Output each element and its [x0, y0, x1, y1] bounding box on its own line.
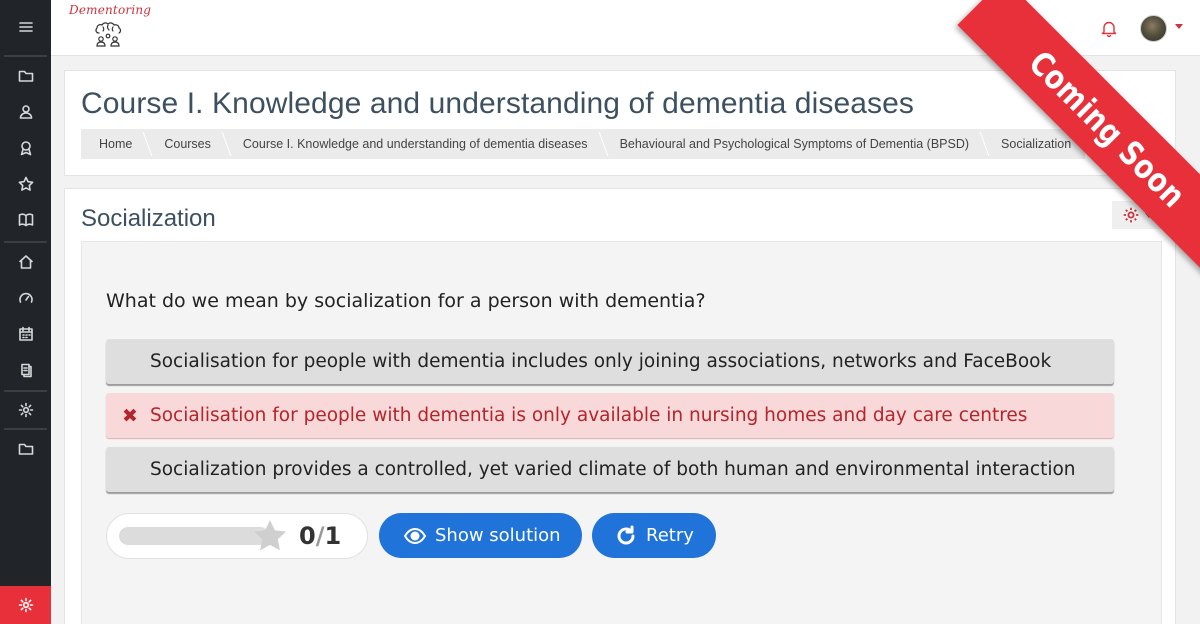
answer-label: Socialization provides a controlled, yet…: [150, 459, 1076, 480]
score-current: 0: [299, 522, 316, 550]
wrong-x-icon: ✖: [122, 405, 138, 427]
answer-label: Socialisation for people with dementia i…: [150, 351, 1052, 372]
retry-label: Retry: [646, 525, 694, 546]
gear-icon: [18, 402, 33, 418]
gear-icon: [18, 597, 33, 613]
hamburger-icon: [18, 22, 33, 32]
nav-item-competencies[interactable]: [0, 166, 51, 202]
activity-title: Socialization: [81, 205, 216, 232]
course-header: Course I. Knowledge and understanding of…: [64, 70, 1176, 176]
star-icon: [254, 520, 286, 551]
gear-icon: [1123, 207, 1138, 223]
activity-settings-menu[interactable]: [1112, 201, 1162, 229]
breadcrumb-course[interactable]: Course I. Knowledge and understanding of…: [225, 129, 602, 159]
refresh-icon: [617, 525, 635, 544]
retry-button[interactable]: Retry: [592, 513, 716, 558]
home-icon: [18, 255, 33, 269]
nav-divider: [4, 428, 47, 430]
folder-icon: [18, 443, 33, 455]
h5p-multichoice-container: What do we mean by socialization for a p…: [81, 241, 1162, 624]
book-icon: [18, 213, 33, 227]
left-nav-drawer: [0, 0, 51, 624]
nav-item-files[interactable]: [0, 58, 51, 94]
nav-item-badges[interactable]: [0, 130, 51, 166]
breadcrumb-section[interactable]: Behavioural and Psychological Symptoms o…: [602, 129, 983, 159]
show-solution-label: Show solution: [435, 525, 561, 546]
calendar-icon: [18, 326, 33, 341]
breadcrumb-activity[interactable]: Socialization: [983, 129, 1085, 159]
show-solution-button[interactable]: Show solution: [379, 513, 582, 558]
nav-item-site-admin[interactable]: [0, 392, 51, 428]
answer-option[interactable]: Socialization provides a controlled, yet…: [106, 447, 1114, 492]
activity-card: Socialization What do we mean by sociali…: [64, 188, 1176, 624]
breadcrumb-home[interactable]: Home: [81, 129, 146, 159]
chevron-down-icon: [1144, 212, 1153, 218]
breadcrumb: Home Courses Course I. Knowledge and und…: [81, 129, 1086, 159]
brain-people-logo-icon[interactable]: [91, 21, 125, 53]
user-icon: [19, 105, 32, 119]
nav-settings-button[interactable]: [0, 586, 51, 624]
user-avatar[interactable]: [1140, 15, 1167, 42]
answer-option[interactable]: Socialisation for people with dementia i…: [106, 339, 1114, 384]
answer-option-wrong[interactable]: ✖ Socialisation for people with dementia…: [106, 393, 1114, 438]
award-icon: [20, 141, 31, 156]
eye-icon: [403, 527, 427, 544]
score-text: 0/1: [299, 522, 341, 550]
score-bar: 0/1: [106, 513, 368, 559]
folder-icon: [18, 70, 33, 82]
nav-item-home[interactable]: [0, 244, 51, 280]
nav-item-content-bank[interactable]: [0, 431, 51, 467]
files-icon: [20, 363, 32, 378]
dashboard-icon: [18, 292, 33, 303]
nav-divider: [4, 55, 47, 57]
menu-toggle-button[interactable]: [0, 9, 51, 45]
nav-item-participants[interactable]: [0, 94, 51, 130]
site-logo-text[interactable]: Dementoring: [69, 3, 151, 17]
score-progress-bar: [119, 527, 269, 545]
star-icon: [18, 176, 33, 191]
top-navbar: Dementoring: [51, 0, 1200, 56]
question-text: What do we mean by socialization for a p…: [106, 290, 706, 312]
answer-label: Socialisation for people with dementia i…: [150, 405, 1028, 426]
user-menu-caret-icon[interactable]: [1175, 24, 1183, 29]
page-title: Course I. Knowledge and understanding of…: [81, 87, 915, 120]
nav-item-private-files[interactable]: [0, 352, 51, 388]
breadcrumb-courses[interactable]: Courses: [146, 129, 225, 159]
score-max: 1: [324, 522, 342, 550]
nav-item-calendar[interactable]: [0, 316, 51, 352]
nav-divider: [4, 241, 47, 243]
nav-item-dashboard[interactable]: [0, 280, 51, 316]
nav-item-grades[interactable]: [0, 202, 51, 238]
notifications-bell-icon[interactable]: [1100, 19, 1118, 37]
